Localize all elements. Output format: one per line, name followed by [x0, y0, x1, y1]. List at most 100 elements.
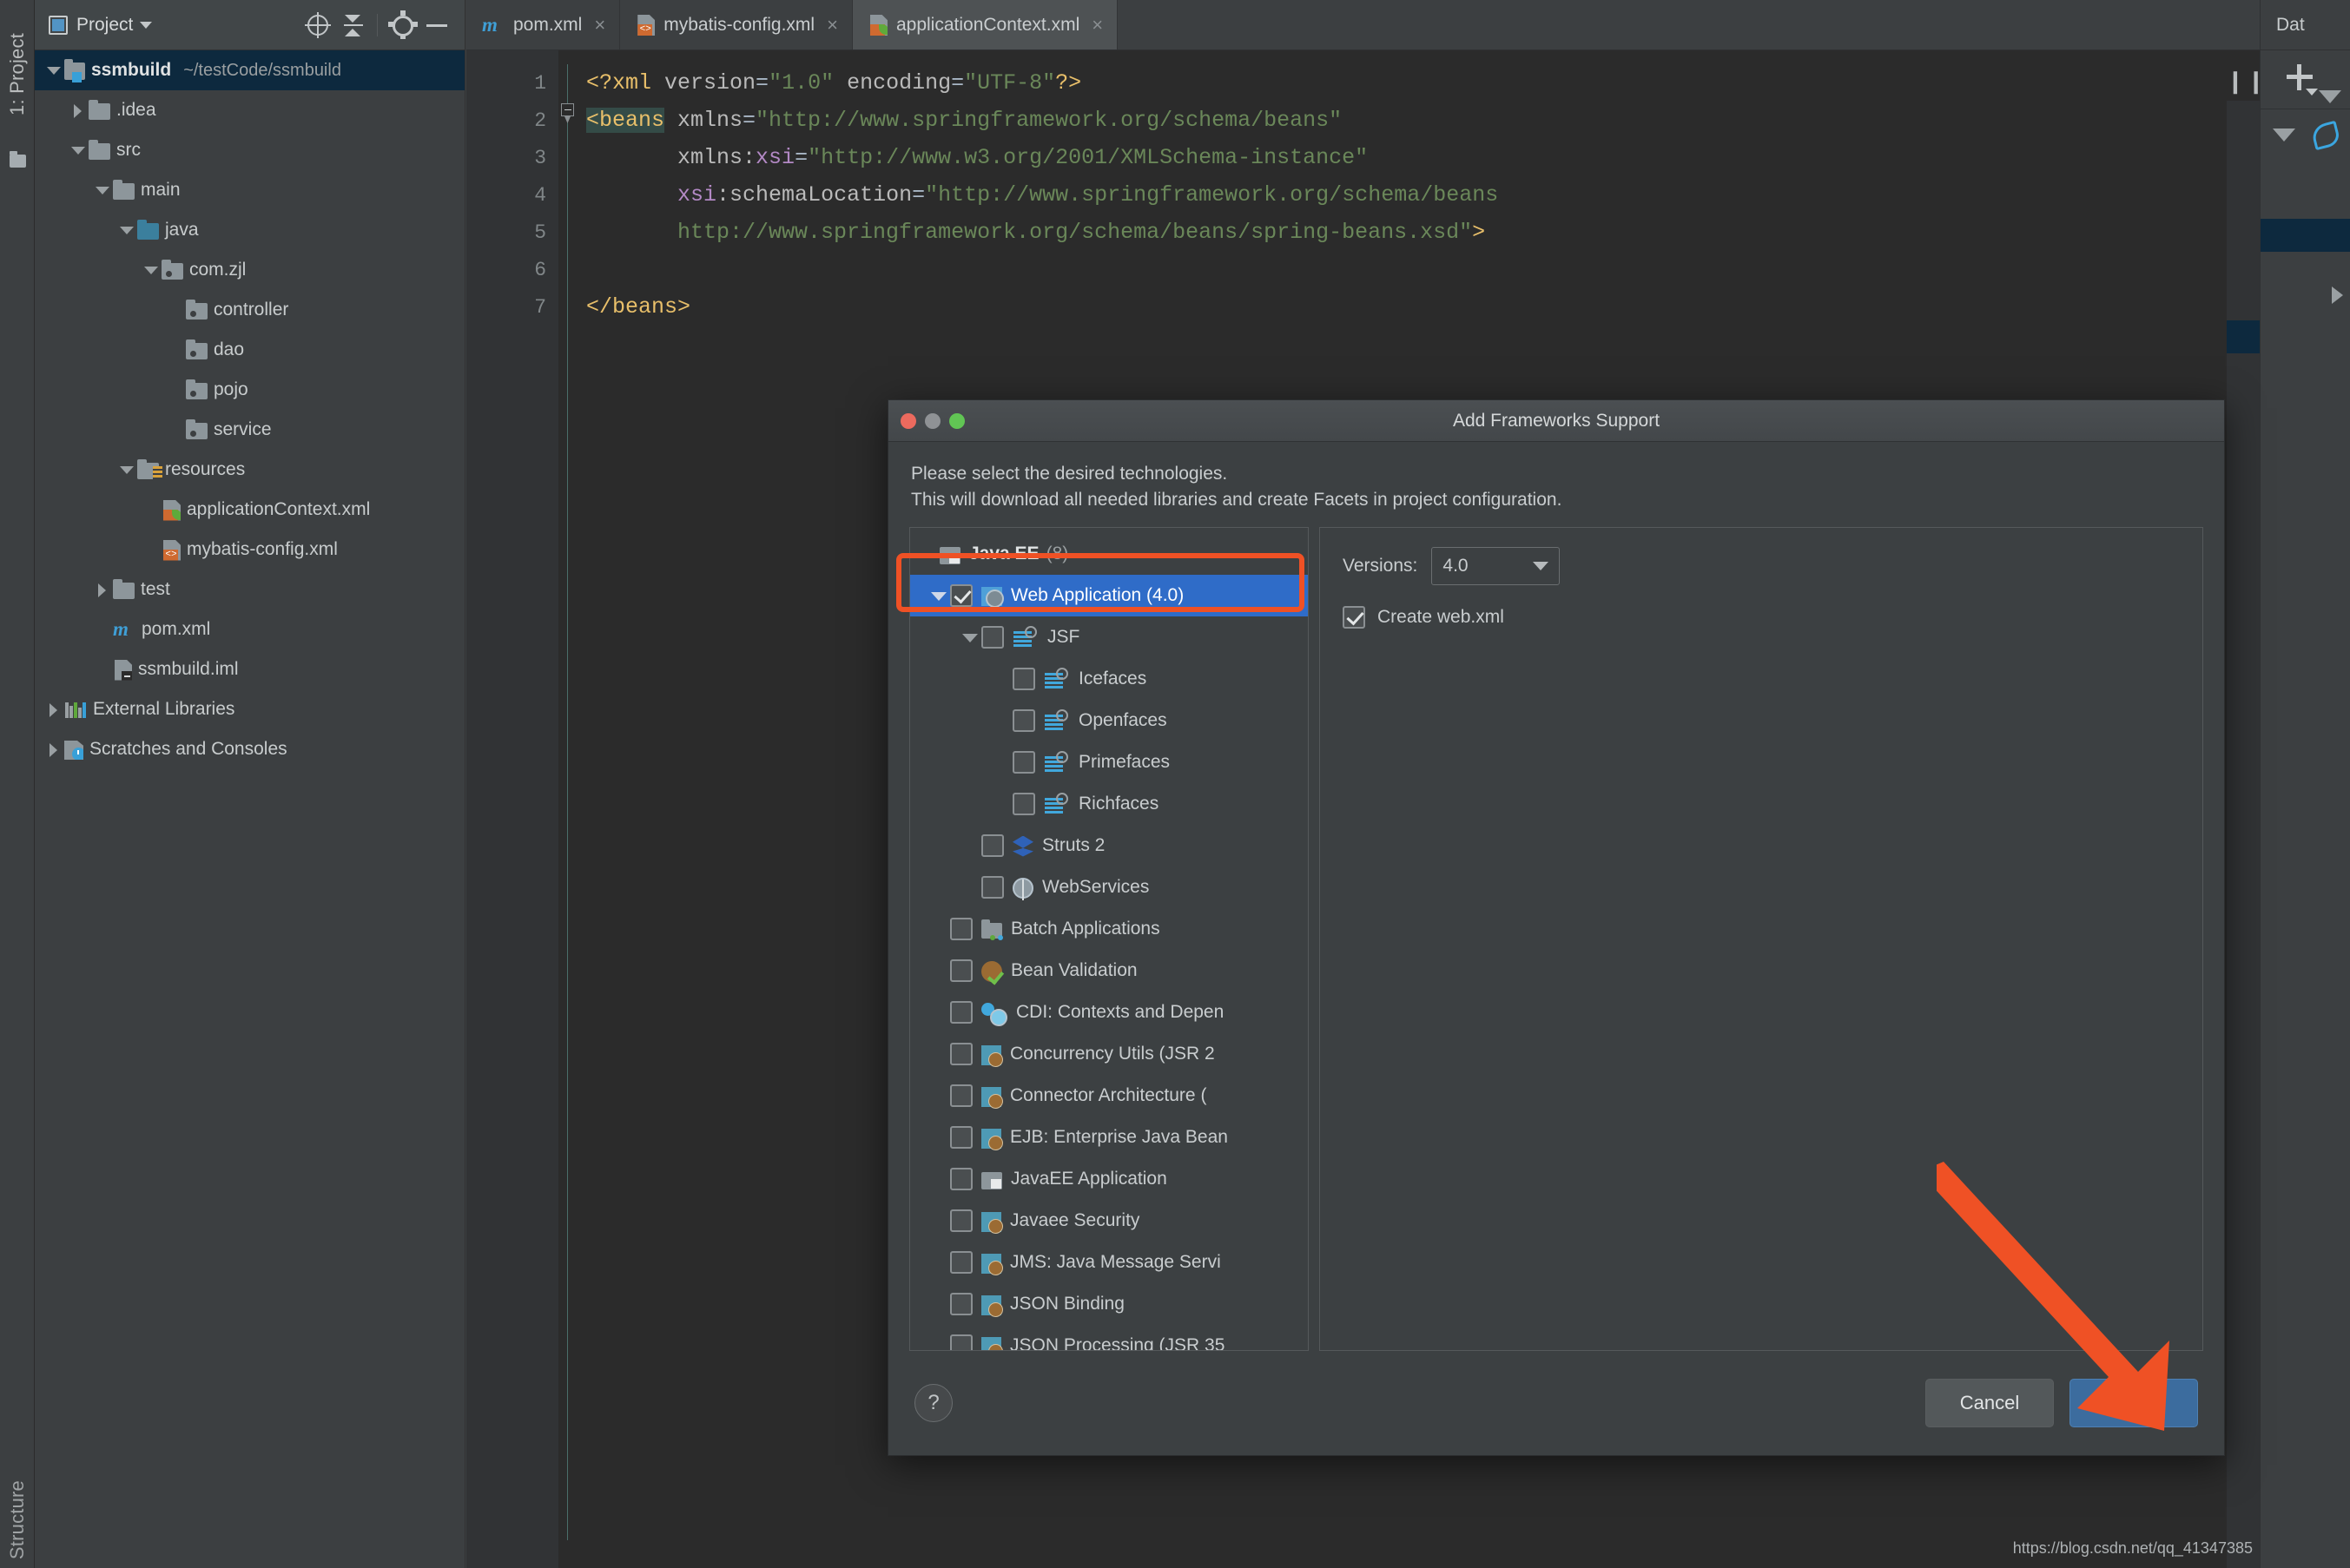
- sidebar-item-structure[interactable]: Structure: [6, 1480, 29, 1559]
- framework-item-ejb-enterprise-java-bean[interactable]: EJB: Enterprise Java Bean: [910, 1117, 1308, 1158]
- tree-item-applicationcontext-xml[interactable]: applicationContext.xml: [35, 490, 465, 530]
- editor-tab-pom-xml[interactable]: m pom.xml ×: [466, 0, 621, 49]
- chevron-right-icon[interactable]: [2332, 287, 2343, 304]
- chevron-down-icon[interactable]: [140, 21, 153, 29]
- framework-checkbox[interactable]: [950, 1126, 973, 1149]
- framework-item-concurrency-utils-jsr-2[interactable]: Concurrency Utils (JSR 2: [910, 1033, 1308, 1075]
- framework-item-json-binding[interactable]: JSON Binding: [910, 1283, 1308, 1325]
- framework-checkbox[interactable]: [1013, 793, 1035, 815]
- close-icon[interactable]: ×: [827, 15, 838, 35]
- chevron-down-icon[interactable]: [68, 140, 89, 161]
- framework-checkbox[interactable]: [950, 1293, 973, 1315]
- tree-item-resources[interactable]: resources: [35, 450, 465, 490]
- framework-checkbox[interactable]: [950, 1043, 973, 1065]
- editor-tab-mybatis-config-xml[interactable]: <> mybatis-config.xml ×: [620, 0, 853, 49]
- tree-item-main[interactable]: main: [35, 170, 465, 210]
- framework-checkbox[interactable]: [950, 959, 973, 982]
- chevron-down-icon[interactable]: [92, 180, 113, 201]
- framework-item-javaee-application[interactable]: JavaEE Application: [910, 1158, 1308, 1200]
- framework-item-batch-applications[interactable]: Batch Applications: [910, 908, 1308, 950]
- chevron-right-icon[interactable]: [43, 699, 64, 720]
- collapse-all-icon[interactable]: [335, 8, 370, 43]
- framework-checkbox[interactable]: [950, 1251, 973, 1274]
- framework-checkbox[interactable]: [981, 626, 1004, 649]
- framework-checkbox[interactable]: [981, 876, 1004, 899]
- chevron-down-icon[interactable]: [927, 585, 950, 606]
- chevron-down-icon[interactable]: [43, 60, 64, 81]
- tree-item-pom-xml[interactable]: m pom.xml: [35, 609, 465, 649]
- framework-item-cdi-contexts-and-depen[interactable]: CDI: Contexts and Depen: [910, 992, 1308, 1033]
- window-controls[interactable]: [901, 412, 965, 429]
- framework-checkbox[interactable]: [1013, 709, 1035, 732]
- code-folding-column[interactable]: [558, 50, 578, 1568]
- tree-item-ssmbuild[interactable]: ssmbuild ~/testCode/ssmbuild: [35, 50, 465, 90]
- help-button[interactable]: ?: [914, 1384, 953, 1422]
- chevron-right-icon[interactable]: [43, 739, 64, 760]
- framework-checkbox[interactable]: [950, 1001, 973, 1024]
- chevron-down-icon[interactable]: [959, 627, 981, 648]
- close-icon[interactable]: ×: [1092, 15, 1103, 35]
- framework-item-json-processing-jsr-35[interactable]: JSON Processing (JSR 35: [910, 1325, 1308, 1350]
- tree-item-scratches-and-consoles[interactable]: Scratches and Consoles: [35, 729, 465, 769]
- tree-item-java[interactable]: java: [35, 210, 465, 250]
- framework-checkbox[interactable]: [950, 1168, 973, 1190]
- tree-item-service[interactable]: service: [35, 410, 465, 450]
- chevron-right-icon[interactable]: [68, 100, 89, 121]
- editor-tab-applicationcontext-xml[interactable]: applicationContext.xml ×: [852, 0, 1119, 49]
- framework-item-openfaces[interactable]: Openfaces: [910, 700, 1308, 741]
- versions-select[interactable]: 4.0: [1431, 547, 1561, 585]
- framework-item-connector-architecture[interactable]: Connector Architecture (: [910, 1075, 1308, 1117]
- framework-checkbox[interactable]: [950, 918, 973, 940]
- tree-item-ssmbuild-iml[interactable]: ssmbuild.iml: [35, 649, 465, 689]
- chevron-down-icon[interactable]: [2273, 128, 2295, 142]
- framework-item-primefaces[interactable]: Primefaces: [910, 741, 1308, 783]
- close-icon[interactable]: ×: [594, 15, 605, 35]
- tree-item--idea[interactable]: .idea: [35, 90, 465, 130]
- chevron-right-icon[interactable]: [92, 579, 113, 600]
- framework-item-icefaces[interactable]: Icefaces: [910, 658, 1308, 700]
- chevron-down-icon[interactable]: [141, 260, 162, 280]
- framework-item-java-ee[interactable]: Java EE (8): [910, 533, 1308, 575]
- framework-item-web-application-4-0[interactable]: Web Application (4.0): [910, 575, 1308, 616]
- framework-checkbox[interactable]: [1013, 668, 1035, 690]
- gear-icon[interactable]: [385, 8, 419, 43]
- database-toolbar-2: [2261, 109, 2350, 214]
- framework-checkbox[interactable]: [950, 1084, 973, 1107]
- tree-item-pojo[interactable]: pojo: [35, 370, 465, 410]
- tree-item-com-zjl[interactable]: com.zjl: [35, 250, 465, 290]
- framework-checkbox[interactable]: [950, 584, 973, 607]
- tree-item-external-libraries[interactable]: External Libraries: [35, 689, 465, 729]
- frameworks-list[interactable]: Java EE (8) Web Application (4.0) JSF Icefac…: [909, 527, 1309, 1351]
- framework-item-richfaces[interactable]: Richfaces: [910, 783, 1308, 825]
- framework-checkbox[interactable]: [1013, 751, 1035, 774]
- tree-item-controller[interactable]: controller: [35, 290, 465, 330]
- framework-checkbox[interactable]: [950, 1209, 973, 1232]
- tree-item-test[interactable]: test: [35, 570, 465, 609]
- framework-item-webservices[interactable]: WebServices: [910, 866, 1308, 908]
- plus-icon[interactable]: [2285, 63, 2318, 96]
- create-webxml-checkbox[interactable]: [1343, 606, 1365, 629]
- hide-icon[interactable]: [419, 8, 454, 43]
- locate-icon[interactable]: [300, 8, 335, 43]
- framework-item-jsf[interactable]: JSF: [910, 616, 1308, 658]
- create-webxml-row[interactable]: Create web.xml: [1343, 606, 2180, 629]
- framework-checkbox[interactable]: [950, 1334, 973, 1350]
- chevron-down-icon[interactable]: [116, 220, 137, 240]
- minimize-button[interactable]: [925, 412, 941, 429]
- framework-item-struts-2[interactable]: Struts 2: [910, 825, 1308, 866]
- sidebar-item-project[interactable]: 1: Project: [6, 33, 29, 115]
- framework-checkbox[interactable]: [981, 834, 1004, 857]
- chevron-down-icon-2[interactable]: [2319, 90, 2341, 103]
- tree-item-src[interactable]: src: [35, 130, 465, 170]
- tree-item-dao[interactable]: dao: [35, 330, 465, 370]
- framework-item-javaee-security[interactable]: Javaee Security: [910, 1200, 1308, 1242]
- maximize-button[interactable]: [949, 412, 965, 429]
- tree-item-mybatis-config-xml[interactable]: <> mybatis-config.xml: [35, 530, 465, 570]
- chevron-down-icon[interactable]: [116, 459, 137, 480]
- framework-item-jms-java-message-servi[interactable]: JMS: Java Message Servi: [910, 1242, 1308, 1283]
- framework-item-bean-validation[interactable]: Bean Validation: [910, 950, 1308, 992]
- tree-item-label: Scratches and Consoles: [89, 739, 287, 759]
- editor-marker-strip[interactable]: [2227, 101, 2260, 1568]
- fold-collapse-icon[interactable]: [561, 103, 574, 116]
- close-button[interactable]: [901, 412, 916, 429]
